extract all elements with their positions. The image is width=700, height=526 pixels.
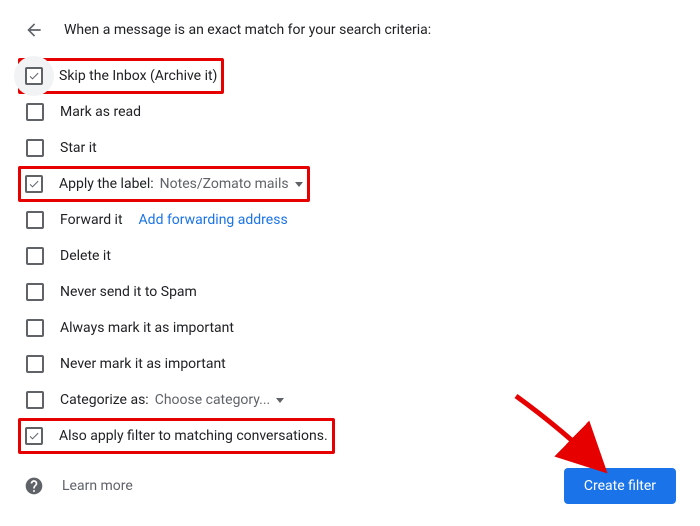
highlight-also-apply: Also apply filter to matching conversati… xyxy=(18,418,335,454)
dropdown-categorize[interactable]: Choose category... xyxy=(155,392,285,408)
learn-more-label: Learn more xyxy=(62,478,133,494)
checkbox-forward[interactable] xyxy=(26,211,44,229)
dropdown-categorize-value: Choose category... xyxy=(155,392,271,408)
label-mark-read: Mark as read xyxy=(60,104,141,120)
checkbox-categorize[interactable] xyxy=(26,391,44,409)
checkbox-always-important[interactable] xyxy=(26,319,44,337)
checkbox-ripple xyxy=(14,56,54,96)
dropdown-apply-label[interactable]: Notes/Zomato mails xyxy=(160,176,303,192)
checkbox-also-apply[interactable] xyxy=(25,427,43,445)
label-skip-inbox: Skip the Inbox (Archive it) xyxy=(59,68,217,84)
chevron-down-icon xyxy=(276,398,284,403)
label-also-apply: Also apply filter to matching conversati… xyxy=(59,428,328,444)
dropdown-apply-label-value: Notes/Zomato mails xyxy=(160,176,289,192)
label-never-spam: Never send it to Spam xyxy=(60,284,197,300)
highlight-skip-inbox: Skip the Inbox (Archive it) xyxy=(18,58,224,94)
label-forward: Forward it xyxy=(60,212,123,228)
help-icon xyxy=(24,476,44,496)
checkbox-delete[interactable] xyxy=(26,247,44,265)
filter-options-list: Skip the Inbox (Archive it) Mark as read… xyxy=(24,58,676,454)
label-star: Star it xyxy=(60,140,97,156)
learn-more-link[interactable]: Learn more xyxy=(24,476,133,496)
highlight-apply-label: Apply the label: Notes/Zomato mails xyxy=(18,166,310,202)
label-delete: Delete it xyxy=(60,248,111,264)
checkbox-never-spam[interactable] xyxy=(26,283,44,301)
label-categorize: Categorize as: xyxy=(60,392,149,408)
label-always-important: Always mark it as important xyxy=(60,320,234,336)
checkbox-skip-inbox[interactable] xyxy=(25,67,43,85)
create-filter-button[interactable]: Create filter xyxy=(564,468,676,504)
checkbox-never-important[interactable] xyxy=(26,355,44,373)
label-never-important: Never mark it as important xyxy=(60,356,226,372)
dialog-title: When a message is an exact match for you… xyxy=(64,22,431,38)
chevron-down-icon xyxy=(295,182,303,187)
label-apply-label: Apply the label: xyxy=(59,176,154,192)
checkbox-apply-label[interactable] xyxy=(25,175,43,193)
back-arrow-icon[interactable] xyxy=(24,20,44,40)
link-add-forwarding[interactable]: Add forwarding address xyxy=(139,212,288,228)
checkbox-star[interactable] xyxy=(26,139,44,157)
checkbox-mark-read[interactable] xyxy=(26,103,44,121)
